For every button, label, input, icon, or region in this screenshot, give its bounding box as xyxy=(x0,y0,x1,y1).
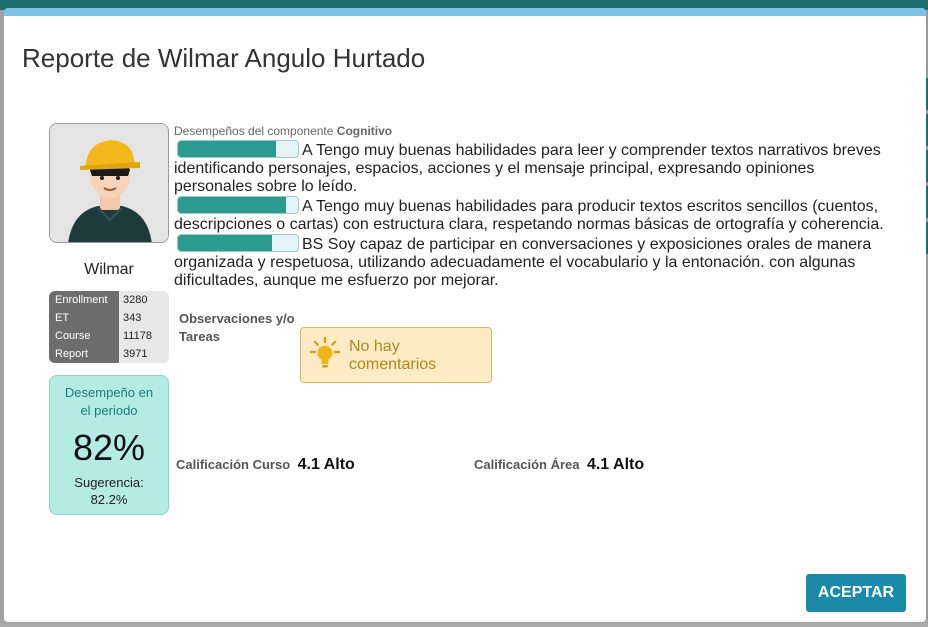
stats-row: Enrollment 3280 xyxy=(49,291,169,309)
performance-grade: A xyxy=(302,198,312,215)
student-avatar xyxy=(49,123,169,243)
suggestion-value: 82.2% xyxy=(90,492,128,507)
performance-bar xyxy=(177,234,299,252)
report-modal: Reporte de Wilmar Angulo Hurtado Wilmar xyxy=(4,8,926,622)
performance-grade: BS xyxy=(302,236,324,253)
student-stats: Enrollment 3280 ET 343 Course 11178 Report 3971 xyxy=(49,291,169,363)
course-grade: Calificación Curso 4.1 Alto xyxy=(176,456,355,474)
performance-item: BS Soy capaz de participar en conversaci… xyxy=(174,234,884,290)
stats-table: Enrollment 3280 ET 343 Course 11178 Report 3971 xyxy=(49,291,169,363)
performance-bar-fill xyxy=(178,141,277,157)
area-grade: Calificación Área 4.1 Alto xyxy=(474,456,644,474)
stats-value: 3280 xyxy=(123,294,148,306)
stats-row: Report 3971 xyxy=(49,345,169,363)
stats-value: 3971 xyxy=(123,348,148,360)
performance-label: Desempeño en el periodo xyxy=(64,385,154,418)
accept-button[interactable]: ACEPTAR xyxy=(806,574,906,612)
component-name: Cognitivo xyxy=(336,124,393,138)
performance-bar-fill xyxy=(178,197,286,213)
student-name: Wilmar xyxy=(84,261,134,278)
stats-label: ET xyxy=(49,309,119,327)
no-comments-message: No hay comentarios xyxy=(349,338,437,373)
area-grade-value: 4.1 Alto xyxy=(586,456,645,473)
performance-item: A Tengo muy buenas habilidades para prod… xyxy=(174,196,884,234)
stats-row: ET 343 xyxy=(49,309,169,327)
stats-row: Course 11178 xyxy=(49,327,169,345)
performance-bar-fill xyxy=(178,235,272,251)
suggestion-label: Sugerencia: xyxy=(74,475,144,490)
stats-label: Report xyxy=(49,345,119,363)
course-grade-label: Calificación Curso xyxy=(176,457,291,472)
observations-label: Observaciones y/o Tareas xyxy=(179,311,295,344)
stats-label: Enrollment xyxy=(49,291,119,309)
stats-label: Course xyxy=(49,327,119,345)
performance-items: A Tengo muy buenas habilidades para leer… xyxy=(174,140,884,290)
performance-bar xyxy=(177,196,299,214)
stats-value: 343 xyxy=(123,312,142,324)
component-header: Desempeños del componente Cognitivo xyxy=(174,124,392,138)
modal-title: Reporte de Wilmar Angulo Hurtado xyxy=(22,43,426,73)
performance-value: 82% xyxy=(72,427,146,468)
performance-bar xyxy=(177,140,299,158)
performance-suggestion: Sugerencia: 82.2% xyxy=(50,474,168,508)
performance-box: Desempeño en el periodo 82% Sugerencia: … xyxy=(49,375,169,515)
stats-value: 11178 xyxy=(123,330,152,342)
lightbulb-icon xyxy=(309,336,341,368)
component-header-prefix: Desempeños del componente xyxy=(174,124,334,138)
student-avatar-icon xyxy=(50,124,168,242)
no-comments-notice: No hay comentarios xyxy=(300,327,492,383)
performance-grade: A xyxy=(302,142,312,159)
course-grade-value: 4.1 Alto xyxy=(297,456,355,473)
area-grade-label: Calificación Área xyxy=(474,457,580,472)
performance-item: A Tengo muy buenas habilidades para leer… xyxy=(174,140,884,196)
